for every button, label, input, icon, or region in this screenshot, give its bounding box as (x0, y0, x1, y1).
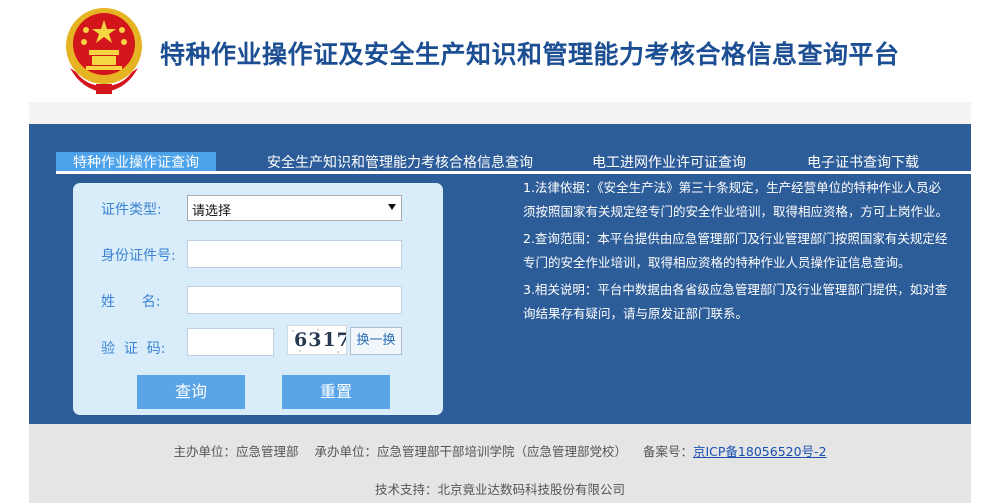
footer-icp-label: 备案号： (642, 444, 693, 459)
reset-button[interactable]: 重置 (282, 375, 390, 409)
national-emblem-icon (66, 8, 142, 94)
name-input[interactable] (187, 286, 402, 314)
query-button[interactable]: 查询 (137, 375, 245, 409)
captcha-label: 验 证 码: (101, 341, 166, 357)
footer-host: 主办单位：应急管理部 (173, 444, 299, 459)
site-title: 特种作业操作证及安全生产知识和管理能力考核合格信息查询平台 (160, 40, 900, 69)
captcha-text: 6317 (294, 329, 347, 351)
main-panel: 特种作业操作证查询 安全生产知识和管理能力考核合格信息查询 电工进网作业许可证查… (29, 124, 971, 424)
note-legal-basis: 1.法律依据：《安全生产法》第三十条规定，生产经营单位的特种作业人员必须按照国家… (523, 180, 949, 219)
cert-type-select[interactable]: 请选择 (187, 195, 402, 221)
footer-line-1: 主办单位：应急管理部 承办单位：应急管理部干部培训学院（应急管理部党校） 备案号… (29, 441, 971, 460)
captcha-input[interactable] (187, 328, 274, 356)
name-label: 姓 名: (101, 294, 161, 310)
id-number-label: 身份证件号: (101, 248, 176, 264)
id-number-input[interactable] (187, 240, 402, 268)
query-form: 证件类型: 请选择 身份证件号: 姓 名: 验 证 码: 6317 换一换 查询… (73, 183, 443, 415)
cert-type-label: 证件类型: (101, 202, 162, 218)
chevron-down-icon (388, 204, 396, 210)
cert-type-value: 请选择 (192, 204, 232, 219)
footer-support: 技术支持：北京竟业达数码科技股份有限公司 (374, 482, 625, 497)
tab-underline (56, 171, 971, 174)
note-description: 3.相关说明：平台中数据由各省级应急管理部门及行业管理部门提供，如对查询结果存有… (523, 282, 948, 321)
captcha-image[interactable]: 6317 (287, 325, 347, 355)
header-strip (29, 102, 971, 124)
notes: 1.法律依据：《安全生产法》第三十条规定，生产经营单位的特种作业人员必须按照国家… (523, 176, 953, 329)
header: 特种作业操作证及安全生产知识和管理能力考核合格信息查询平台 (0, 0, 1000, 102)
captcha-refresh-button[interactable]: 换一换 (350, 327, 402, 355)
footer-icp: 备案号：京ICP备18056520号-2 (643, 444, 827, 459)
note-query-scope: 2.查询范围：本平台提供由应急管理部门及行业管理部门按照国家有关规定经专门的安全… (523, 231, 948, 270)
footer-organizer: 承办单位：应急管理部干部培训学院（应急管理部党校） (314, 444, 627, 459)
icp-link[interactable]: 京ICP备18056520号-2 (693, 444, 827, 459)
footer: 主办单位：应急管理部 承办单位：应急管理部干部培训学院（应急管理部党校） 备案号… (29, 424, 971, 503)
